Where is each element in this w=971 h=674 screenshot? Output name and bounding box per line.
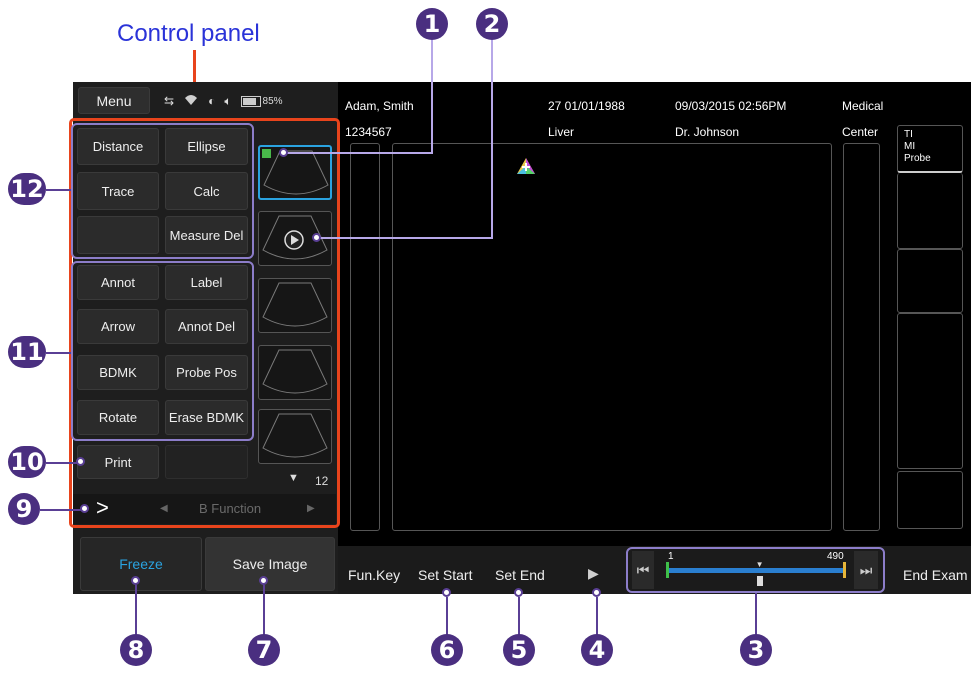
- trace-button[interactable]: Trace: [77, 172, 159, 210]
- callout-2-line-h: [318, 237, 493, 239]
- ellipse-button[interactable]: Ellipse: [165, 128, 248, 165]
- callout-10: 10: [8, 446, 46, 478]
- probe-pos-button[interactable]: Probe Pos: [165, 355, 248, 390]
- bdmk-button[interactable]: BDMK: [77, 355, 159, 390]
- thumbnail-3[interactable]: [258, 278, 332, 333]
- volume-icon: 🔈︎: [224, 93, 232, 108]
- annot-button[interactable]: Annot: [77, 265, 159, 300]
- function-prev-icon[interactable]: ◀: [160, 503, 168, 514]
- battery-icon: 85%: [240, 95, 283, 107]
- callout-9: 9: [8, 493, 40, 525]
- transfer-icon: ⇆: [164, 94, 175, 108]
- right-panel-slot-3: [897, 313, 963, 469]
- callout-4-dot: [592, 588, 601, 597]
- erase-bdmk-button[interactable]: Erase BDMK: [165, 400, 248, 435]
- ti-label: TI: [904, 129, 913, 140]
- annot-del-button[interactable]: Annot Del: [165, 309, 248, 344]
- save-image-button[interactable]: Save Image: [205, 537, 335, 591]
- menu-button[interactable]: Menu: [78, 87, 150, 114]
- calc-button[interactable]: Calc: [165, 172, 248, 210]
- distance-button[interactable]: Distance: [77, 128, 159, 165]
- exam-type: Liver: [548, 125, 575, 139]
- fun-key-button[interactable]: Fun.Key: [348, 567, 400, 583]
- callout-11-line: [46, 352, 71, 354]
- b-function-label: B Function: [199, 501, 262, 516]
- callout-4: 4: [581, 634, 613, 666]
- callout-1-dot: [279, 148, 288, 157]
- callout-2-line-v: [491, 40, 493, 239]
- patient-name: Adam, Smith: [345, 99, 414, 113]
- callout-2: 2: [476, 8, 508, 40]
- facility-line2: Center: [842, 125, 879, 139]
- facility-line1: Medical: [842, 99, 884, 113]
- datetime: 09/03/2015 02:56PM: [675, 99, 787, 113]
- cine-highlight: [626, 547, 885, 593]
- age-birthdate: 27 01/01/1988: [548, 99, 625, 113]
- function-next-icon[interactable]: ▶: [307, 503, 315, 514]
- callout-7-dot: [259, 576, 268, 585]
- battery-percent: 85%: [262, 95, 283, 107]
- set-end-button[interactable]: Set End: [495, 567, 545, 583]
- label-button[interactable]: Label: [165, 265, 248, 300]
- callout-5-line: [518, 597, 520, 635]
- set-start-button[interactable]: Set Start: [418, 567, 472, 583]
- arrow-button[interactable]: Arrow: [77, 309, 159, 344]
- mi-label: MI: [904, 141, 916, 152]
- print-button[interactable]: Print: [77, 445, 159, 479]
- callout-6-line: [446, 597, 448, 635]
- right-panel-slot-1: [897, 173, 963, 249]
- callout-8: 8: [120, 634, 152, 666]
- patient-id: 1234567: [345, 125, 392, 139]
- right-gray-bar: [843, 143, 880, 531]
- callout-1-line-v: [431, 40, 433, 153]
- callout-8-dot: [131, 576, 140, 585]
- image-area[interactable]: [392, 143, 832, 531]
- callout-6-dot: [442, 588, 451, 597]
- selected-marker-icon: [262, 149, 271, 158]
- callout-8-line: [135, 585, 137, 635]
- play-button[interactable]: ▶: [588, 565, 599, 582]
- thumbnail-count: 12: [315, 474, 329, 488]
- focus-marker-icon: [515, 156, 537, 178]
- callout-6: 6: [431, 634, 463, 666]
- thumbnail-4[interactable]: [258, 345, 332, 400]
- callout-7: 7: [248, 634, 280, 666]
- callout-1: 1: [416, 8, 448, 40]
- callout-12: 12: [8, 173, 46, 205]
- next-page-arrow[interactable]: >: [96, 495, 109, 521]
- wifi-icon: [183, 93, 199, 109]
- empty-print-slot: [165, 445, 248, 479]
- thumbnail-5[interactable]: [258, 409, 332, 464]
- callout-2-dot: [312, 233, 321, 242]
- freeze-button[interactable]: Freeze: [80, 537, 202, 591]
- brightness-icon: ◐: [208, 94, 216, 108]
- control-panel-title: Control panel: [117, 20, 260, 47]
- left-gray-bar: [350, 143, 380, 531]
- callout-10-dot: [76, 457, 85, 466]
- thumbnail-scroll-down-icon[interactable]: ▼: [288, 472, 299, 484]
- callout-7-line: [263, 585, 265, 635]
- callout-9-dot: [80, 504, 89, 513]
- callout-5-dot: [514, 588, 523, 597]
- status-icons: ⇆ ◐ 🔈︎ 85%: [164, 92, 283, 110]
- doctor-name: Dr. Johnson: [675, 125, 740, 139]
- end-exam-button[interactable]: End Exam: [903, 567, 968, 583]
- callout-1-line-h: [285, 152, 433, 154]
- callout-5: 5: [503, 634, 535, 666]
- callout-3-line: [755, 593, 757, 635]
- rotate-button[interactable]: Rotate: [77, 400, 159, 435]
- callout-11: 11: [8, 336, 46, 368]
- callout-12-line: [46, 189, 71, 191]
- right-panel-slot-2: [897, 249, 963, 313]
- callout-3: 3: [740, 634, 772, 666]
- right-panel-slot-4: [897, 471, 963, 529]
- callout-4-line: [596, 597, 598, 635]
- empty-measure-button[interactable]: [77, 216, 159, 254]
- probe-label: Probe: [904, 153, 931, 164]
- right-panel-text: TI MI Probe: [904, 129, 931, 165]
- measure-del-button[interactable]: Measure Del: [165, 216, 248, 254]
